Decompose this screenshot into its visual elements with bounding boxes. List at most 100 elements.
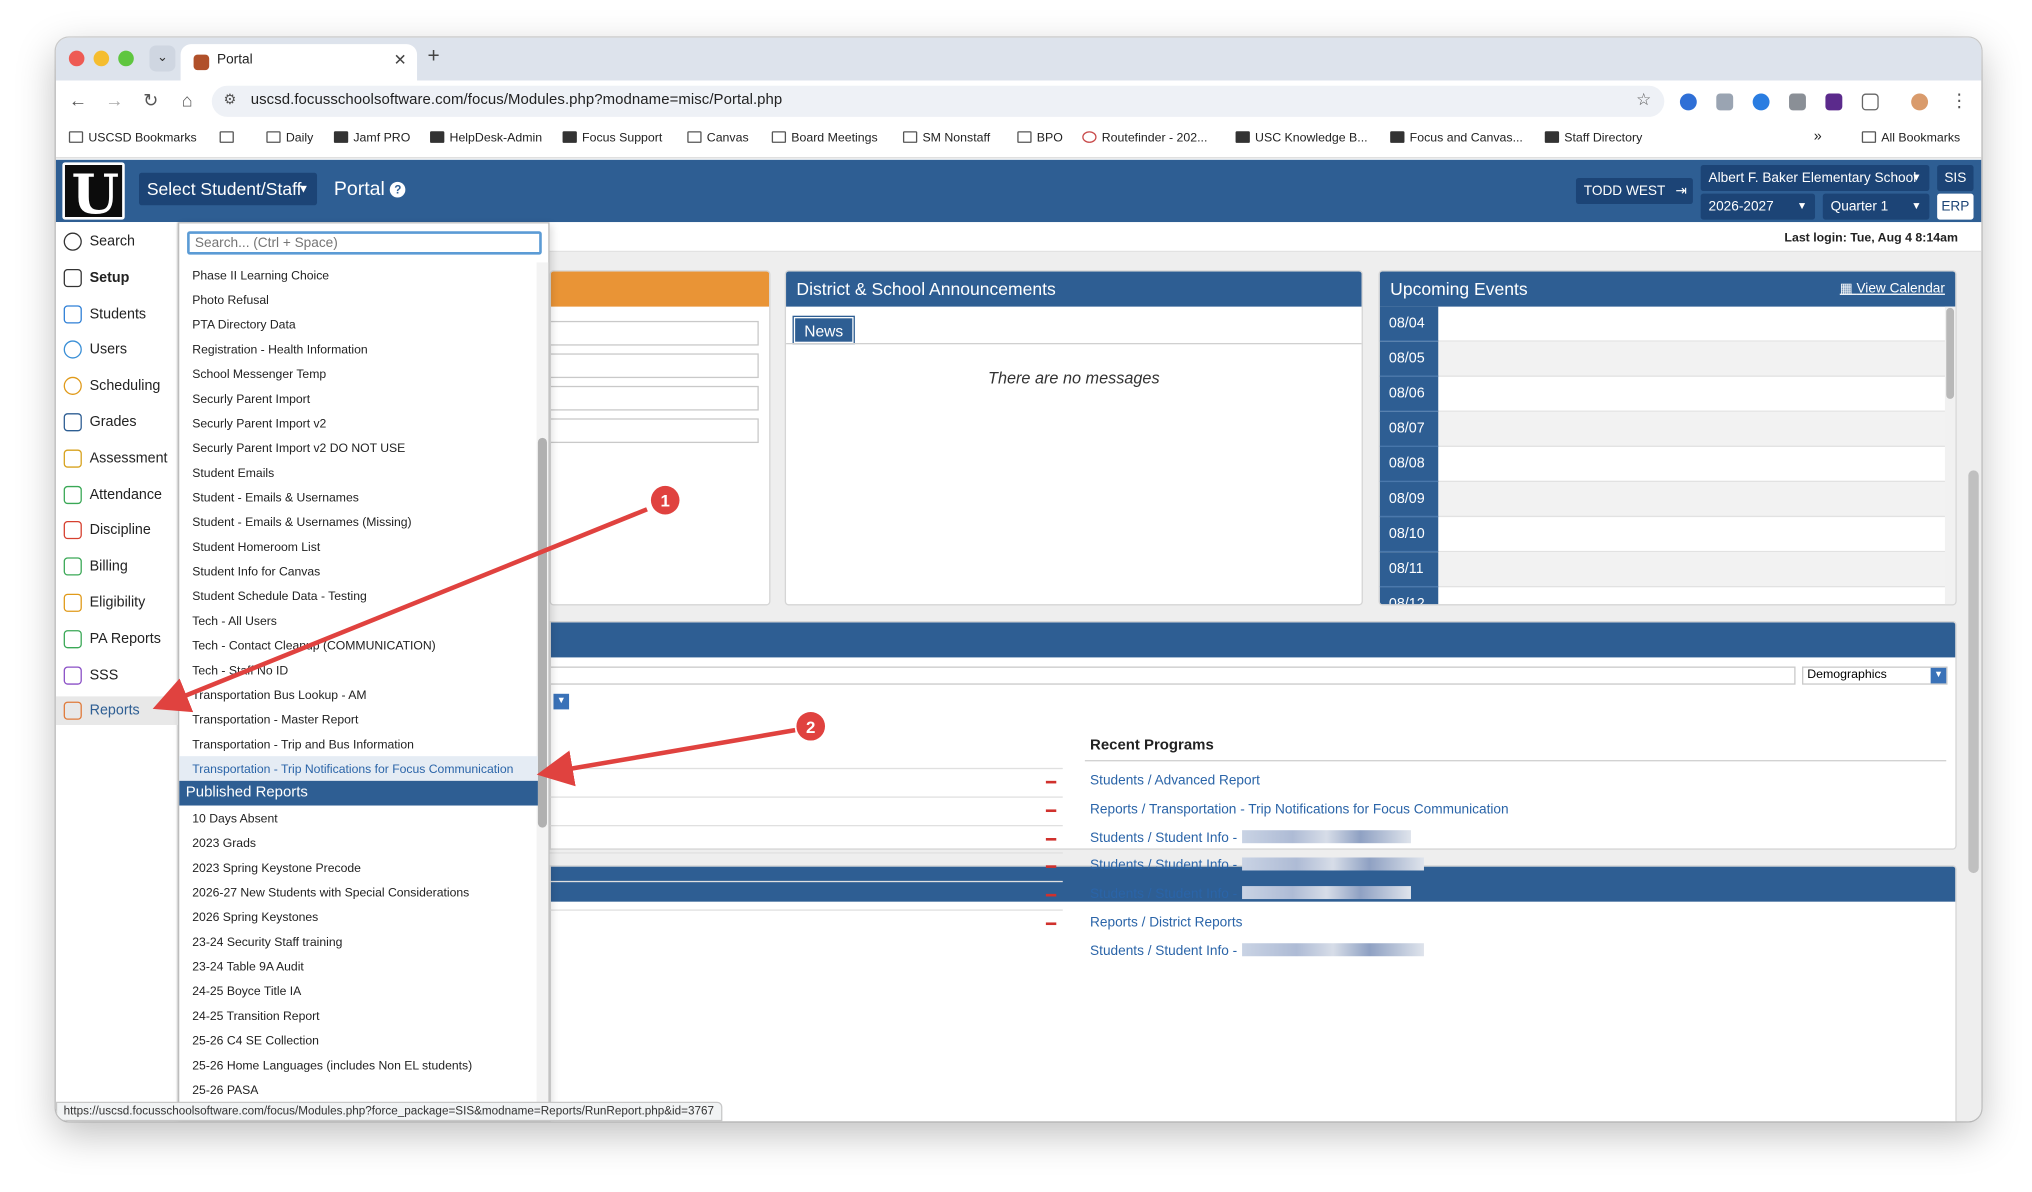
panel-input-1[interactable] bbox=[550, 320, 759, 346]
event-row[interactable]: 08/09 bbox=[1379, 482, 1947, 518]
nav-item-students[interactable]: Students bbox=[63, 300, 178, 329]
bookmark-board-meetings[interactable]: Board Meetings bbox=[771, 131, 878, 146]
report-item[interactable]: Tech - Staff No ID bbox=[179, 657, 538, 682]
report-item[interactable]: PTA Directory Data bbox=[179, 312, 538, 337]
report-item[interactable]: Student Homeroom List bbox=[179, 534, 538, 559]
help-icon[interactable]: ? bbox=[390, 181, 406, 198]
select-student-staff-dropdown[interactable]: Select Student/Staff ▼ bbox=[139, 172, 318, 206]
search-type-select[interactable]: Demographics ▼ bbox=[1802, 666, 1948, 685]
recent-program-link[interactable]: Students / Advanced Report bbox=[1090, 773, 1260, 789]
bookmark-bpo[interactable]: BPO bbox=[1017, 131, 1063, 146]
reload-icon[interactable]: ↻ bbox=[139, 90, 162, 112]
remove-icon[interactable] bbox=[1045, 922, 1057, 926]
reports-search-input[interactable] bbox=[187, 231, 542, 255]
nav-item-sss[interactable]: SSS bbox=[63, 661, 178, 690]
site-info-icon[interactable]: ⚙ bbox=[223, 91, 236, 108]
forward-icon[interactable]: → bbox=[103, 90, 126, 111]
event-row[interactable]: 08/04 bbox=[1379, 306, 1947, 342]
bookmark-uscsd[interactable]: USCSD Bookmarks bbox=[68, 131, 197, 146]
bookmark-all[interactable]: All Bookmarks bbox=[1861, 131, 1960, 146]
published-report-item[interactable]: 2023 Spring Keystone Precode bbox=[179, 855, 538, 880]
panel-input-4[interactable] bbox=[550, 418, 759, 444]
bookmark-jamf[interactable]: Jamf PRO bbox=[333, 131, 410, 146]
view-calendar-link[interactable]: ▦ View Calendar bbox=[1840, 272, 1945, 307]
home-icon[interactable]: ⌂ bbox=[175, 90, 198, 111]
report-item[interactable]: Tech - All Users bbox=[179, 608, 538, 633]
extension-cast-icon[interactable] bbox=[1716, 93, 1734, 111]
bookmark-focus-canvas[interactable]: Focus and Canvas... bbox=[1390, 131, 1523, 146]
extension-circle-icon[interactable] bbox=[1752, 93, 1770, 111]
sis-button[interactable]: SIS bbox=[1937, 165, 1974, 191]
report-item[interactable]: Securly Parent Import bbox=[179, 386, 538, 411]
recent-program-link[interactable]: Students / Student Info - bbox=[1090, 857, 1425, 874]
report-item[interactable]: Student Schedule Data - Testing bbox=[179, 583, 538, 608]
bookmark-staff-directory[interactable]: Staff Directory bbox=[1544, 131, 1642, 146]
extensions-puzzle-icon[interactable] bbox=[1861, 93, 1879, 111]
user-button[interactable]: TODD WEST bbox=[1575, 177, 1674, 204]
search-panel-input[interactable] bbox=[550, 666, 1796, 685]
nav-item-eligibility[interactable]: Eligibility bbox=[63, 589, 178, 618]
report-item[interactable]: Transportation Bus Lookup - AM bbox=[179, 682, 538, 707]
extension-k-icon[interactable] bbox=[1825, 93, 1843, 111]
new-tab-icon[interactable]: + bbox=[427, 45, 439, 68]
back-icon[interactable]: ← bbox=[66, 90, 89, 111]
published-report-item[interactable]: 2023 Grads bbox=[179, 830, 538, 855]
dropdown-scrollbar[interactable] bbox=[537, 437, 547, 828]
published-report-item[interactable]: 23-24 Security Staff training bbox=[179, 929, 538, 954]
published-report-item[interactable]: 10 Days Absent bbox=[179, 806, 538, 831]
close-window-button[interactable] bbox=[68, 50, 85, 67]
bookmark-canvas[interactable]: Canvas bbox=[687, 131, 749, 146]
remove-icon[interactable] bbox=[1045, 809, 1057, 812]
minimize-window-button[interactable] bbox=[93, 50, 110, 67]
event-row[interactable]: 08/07 bbox=[1379, 411, 1947, 447]
recent-program-link[interactable]: Students / Student Info - bbox=[1090, 829, 1412, 845]
nav-item-reports[interactable]: Reports bbox=[55, 696, 178, 726]
report-item[interactable]: Transportation - Trip and Bus Informatio… bbox=[179, 731, 538, 756]
address-bar[interactable]: ⚙ uscsd.focusschoolsoftware.com/focus/Mo… bbox=[211, 85, 1665, 117]
published-report-item[interactable]: 23-24 Table 9A Audit bbox=[179, 954, 538, 979]
recent-program-link[interactable]: Students / Student Info - bbox=[1090, 886, 1412, 902]
zoom-window-button[interactable] bbox=[118, 50, 134, 67]
published-report-item[interactable]: 25-26 C4 SE Collection bbox=[179, 1028, 538, 1053]
erp-button[interactable]: ERP bbox=[1937, 193, 1974, 220]
bookmark-helpdesk[interactable]: HelpDesk-Admin bbox=[430, 131, 542, 146]
report-item[interactable]: Phase II Learning Choice bbox=[179, 262, 538, 287]
bookmark-star-icon[interactable]: ☆ bbox=[1636, 90, 1651, 111]
event-row[interactable]: 08/11 bbox=[1379, 552, 1947, 588]
report-item[interactable]: Student Emails bbox=[179, 460, 538, 485]
bookmark-apps[interactable] bbox=[219, 131, 239, 145]
school-dropdown[interactable]: Albert F. Baker Elementary School ▼ bbox=[1700, 165, 1930, 191]
panel-input-2[interactable] bbox=[550, 353, 759, 379]
bookmarks-overflow-icon[interactable]: » bbox=[1814, 129, 1822, 145]
event-row[interactable]: 08/10 bbox=[1379, 517, 1947, 553]
event-row[interactable]: 08/12 bbox=[1379, 587, 1946, 605]
recent-program-link[interactable]: Students / Student Info - bbox=[1090, 942, 1425, 959]
nav-item-grades[interactable]: Grades bbox=[63, 408, 178, 437]
published-report-item[interactable]: 25-26 PASA bbox=[179, 1077, 538, 1102]
report-item[interactable]: Securly Parent Import v2 DO NOT USE bbox=[179, 435, 538, 460]
report-item[interactable]: Transportation - Trip Notifications for … bbox=[179, 756, 538, 781]
report-item[interactable]: Securly Parent Import v2 bbox=[179, 411, 538, 436]
event-row[interactable]: 08/06 bbox=[1379, 376, 1947, 412]
bookmark-focus-support[interactable]: Focus Support bbox=[562, 131, 662, 146]
close-tab-icon[interactable]: ✕ bbox=[394, 51, 407, 69]
browser-tab-portal[interactable]: Portal ✕ bbox=[180, 44, 418, 81]
remove-icon[interactable] bbox=[1045, 837, 1057, 841]
extension-camera-icon[interactable] bbox=[1789, 93, 1806, 111]
remove-icon[interactable] bbox=[1045, 894, 1057, 897]
extension-1password-icon[interactable] bbox=[1679, 93, 1697, 111]
bookmark-sm-nonstaff[interactable]: SM Nonstaff bbox=[902, 131, 990, 146]
nav-item-setup[interactable]: Setup bbox=[63, 263, 178, 292]
search-option-dropdown[interactable]: ▼ bbox=[553, 693, 570, 710]
nav-item-scheduling[interactable]: Scheduling bbox=[63, 372, 178, 401]
district-logo[interactable]: U bbox=[62, 162, 125, 226]
report-item[interactable]: Student - Emails & Usernames (Missing) bbox=[179, 509, 538, 534]
year-dropdown[interactable]: 2026-2027 ▼ bbox=[1700, 193, 1816, 220]
published-report-item[interactable]: 2026-27 New Students with Special Consid… bbox=[179, 880, 538, 905]
nav-item-billing[interactable]: Billing bbox=[63, 552, 178, 581]
report-item[interactable]: School Messenger Temp bbox=[179, 361, 538, 386]
recent-program-link[interactable]: Reports / Transportation - Trip Notifica… bbox=[1090, 801, 1509, 817]
recent-program-link[interactable]: Reports / District Reports bbox=[1090, 915, 1242, 931]
nav-item-attendance[interactable]: Attendance bbox=[63, 480, 178, 509]
profile-avatar-icon[interactable] bbox=[1911, 93, 1929, 111]
